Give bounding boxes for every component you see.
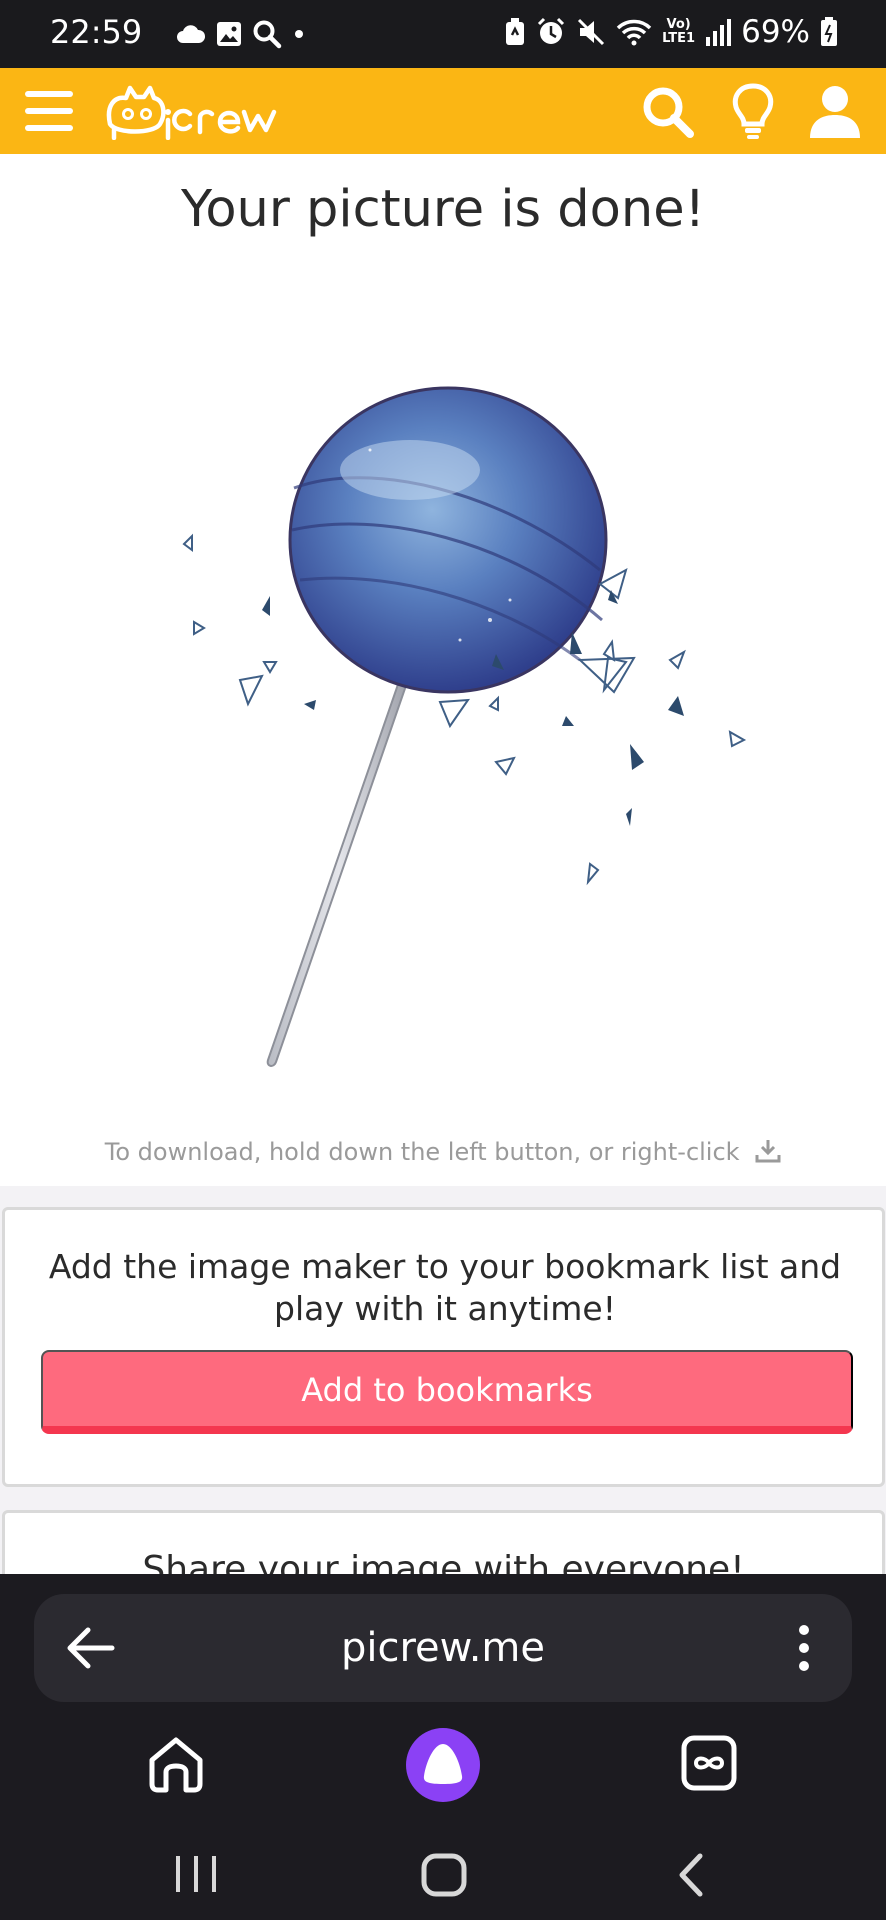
candy-highlight <box>340 440 480 500</box>
address-bar[interactable]: picrew.me <box>34 1594 852 1702</box>
picrew-logo[interactable] <box>104 84 280 140</box>
wifi-icon <box>616 19 652 46</box>
home-icon[interactable] <box>146 1734 206 1794</box>
volte-label: Vo) <box>666 17 691 32</box>
status-right-icons: Vo) LTE1 69% <box>504 10 838 54</box>
status-time: 22:59 <box>50 13 143 51</box>
signal-icon <box>706 19 732 46</box>
status-bar: 22:59 Vo) LTE1 69% <box>0 0 886 68</box>
system-back-icon[interactable] <box>676 1852 706 1898</box>
assistant-button[interactable] <box>406 1728 480 1802</box>
download-hint: To download, hold down the left button, … <box>0 1134 886 1170</box>
download-hint-text: To download, hold down the left button, … <box>104 1138 740 1166</box>
download-icon[interactable] <box>755 1138 781 1164</box>
volte-lte-icon: Vo) LTE1 <box>662 18 695 46</box>
tabs-icon[interactable] <box>680 1734 738 1792</box>
url-text[interactable]: picrew.me <box>154 1594 732 1702</box>
page-title: Your picture is done! <box>180 180 706 239</box>
image-icon <box>217 22 241 46</box>
menu-icon[interactable] <box>22 86 76 136</box>
system-home-icon[interactable] <box>420 1852 468 1898</box>
more-vertical-icon[interactable] <box>794 1624 814 1672</box>
result-image[interactable] <box>170 370 770 1090</box>
bookmark-card: Add the image maker to your bookmark lis… <box>2 1207 885 1487</box>
battery-percent: 69% <box>741 14 810 50</box>
app-header <box>0 68 886 154</box>
bookmark-card-text: Add the image maker to your bookmark lis… <box>48 1247 842 1328</box>
recent-apps-icon[interactable] <box>170 1854 222 1894</box>
back-arrow-icon[interactable] <box>64 1624 116 1672</box>
alarm-icon <box>538 17 565 44</box>
browser-bottom-bar: picrew.me <box>0 1574 886 1920</box>
mute-icon <box>578 18 605 46</box>
status-left-icons <box>176 14 306 54</box>
dot-icon <box>295 30 303 38</box>
search-icon[interactable] <box>640 84 696 140</box>
lte-label: LTE1 <box>662 31 696 46</box>
assistant-icon <box>423 1744 463 1784</box>
battery-saver-icon <box>506 18 525 45</box>
lightbulb-icon[interactable] <box>728 82 778 140</box>
search-icon <box>253 20 282 49</box>
add-to-bookmarks-button[interactable]: Add to bookmarks <box>41 1350 853 1434</box>
user-icon[interactable] <box>806 82 864 140</box>
battery-icon <box>821 17 837 46</box>
lollipop-stick <box>266 668 412 1067</box>
cloud-icon <box>177 25 206 43</box>
